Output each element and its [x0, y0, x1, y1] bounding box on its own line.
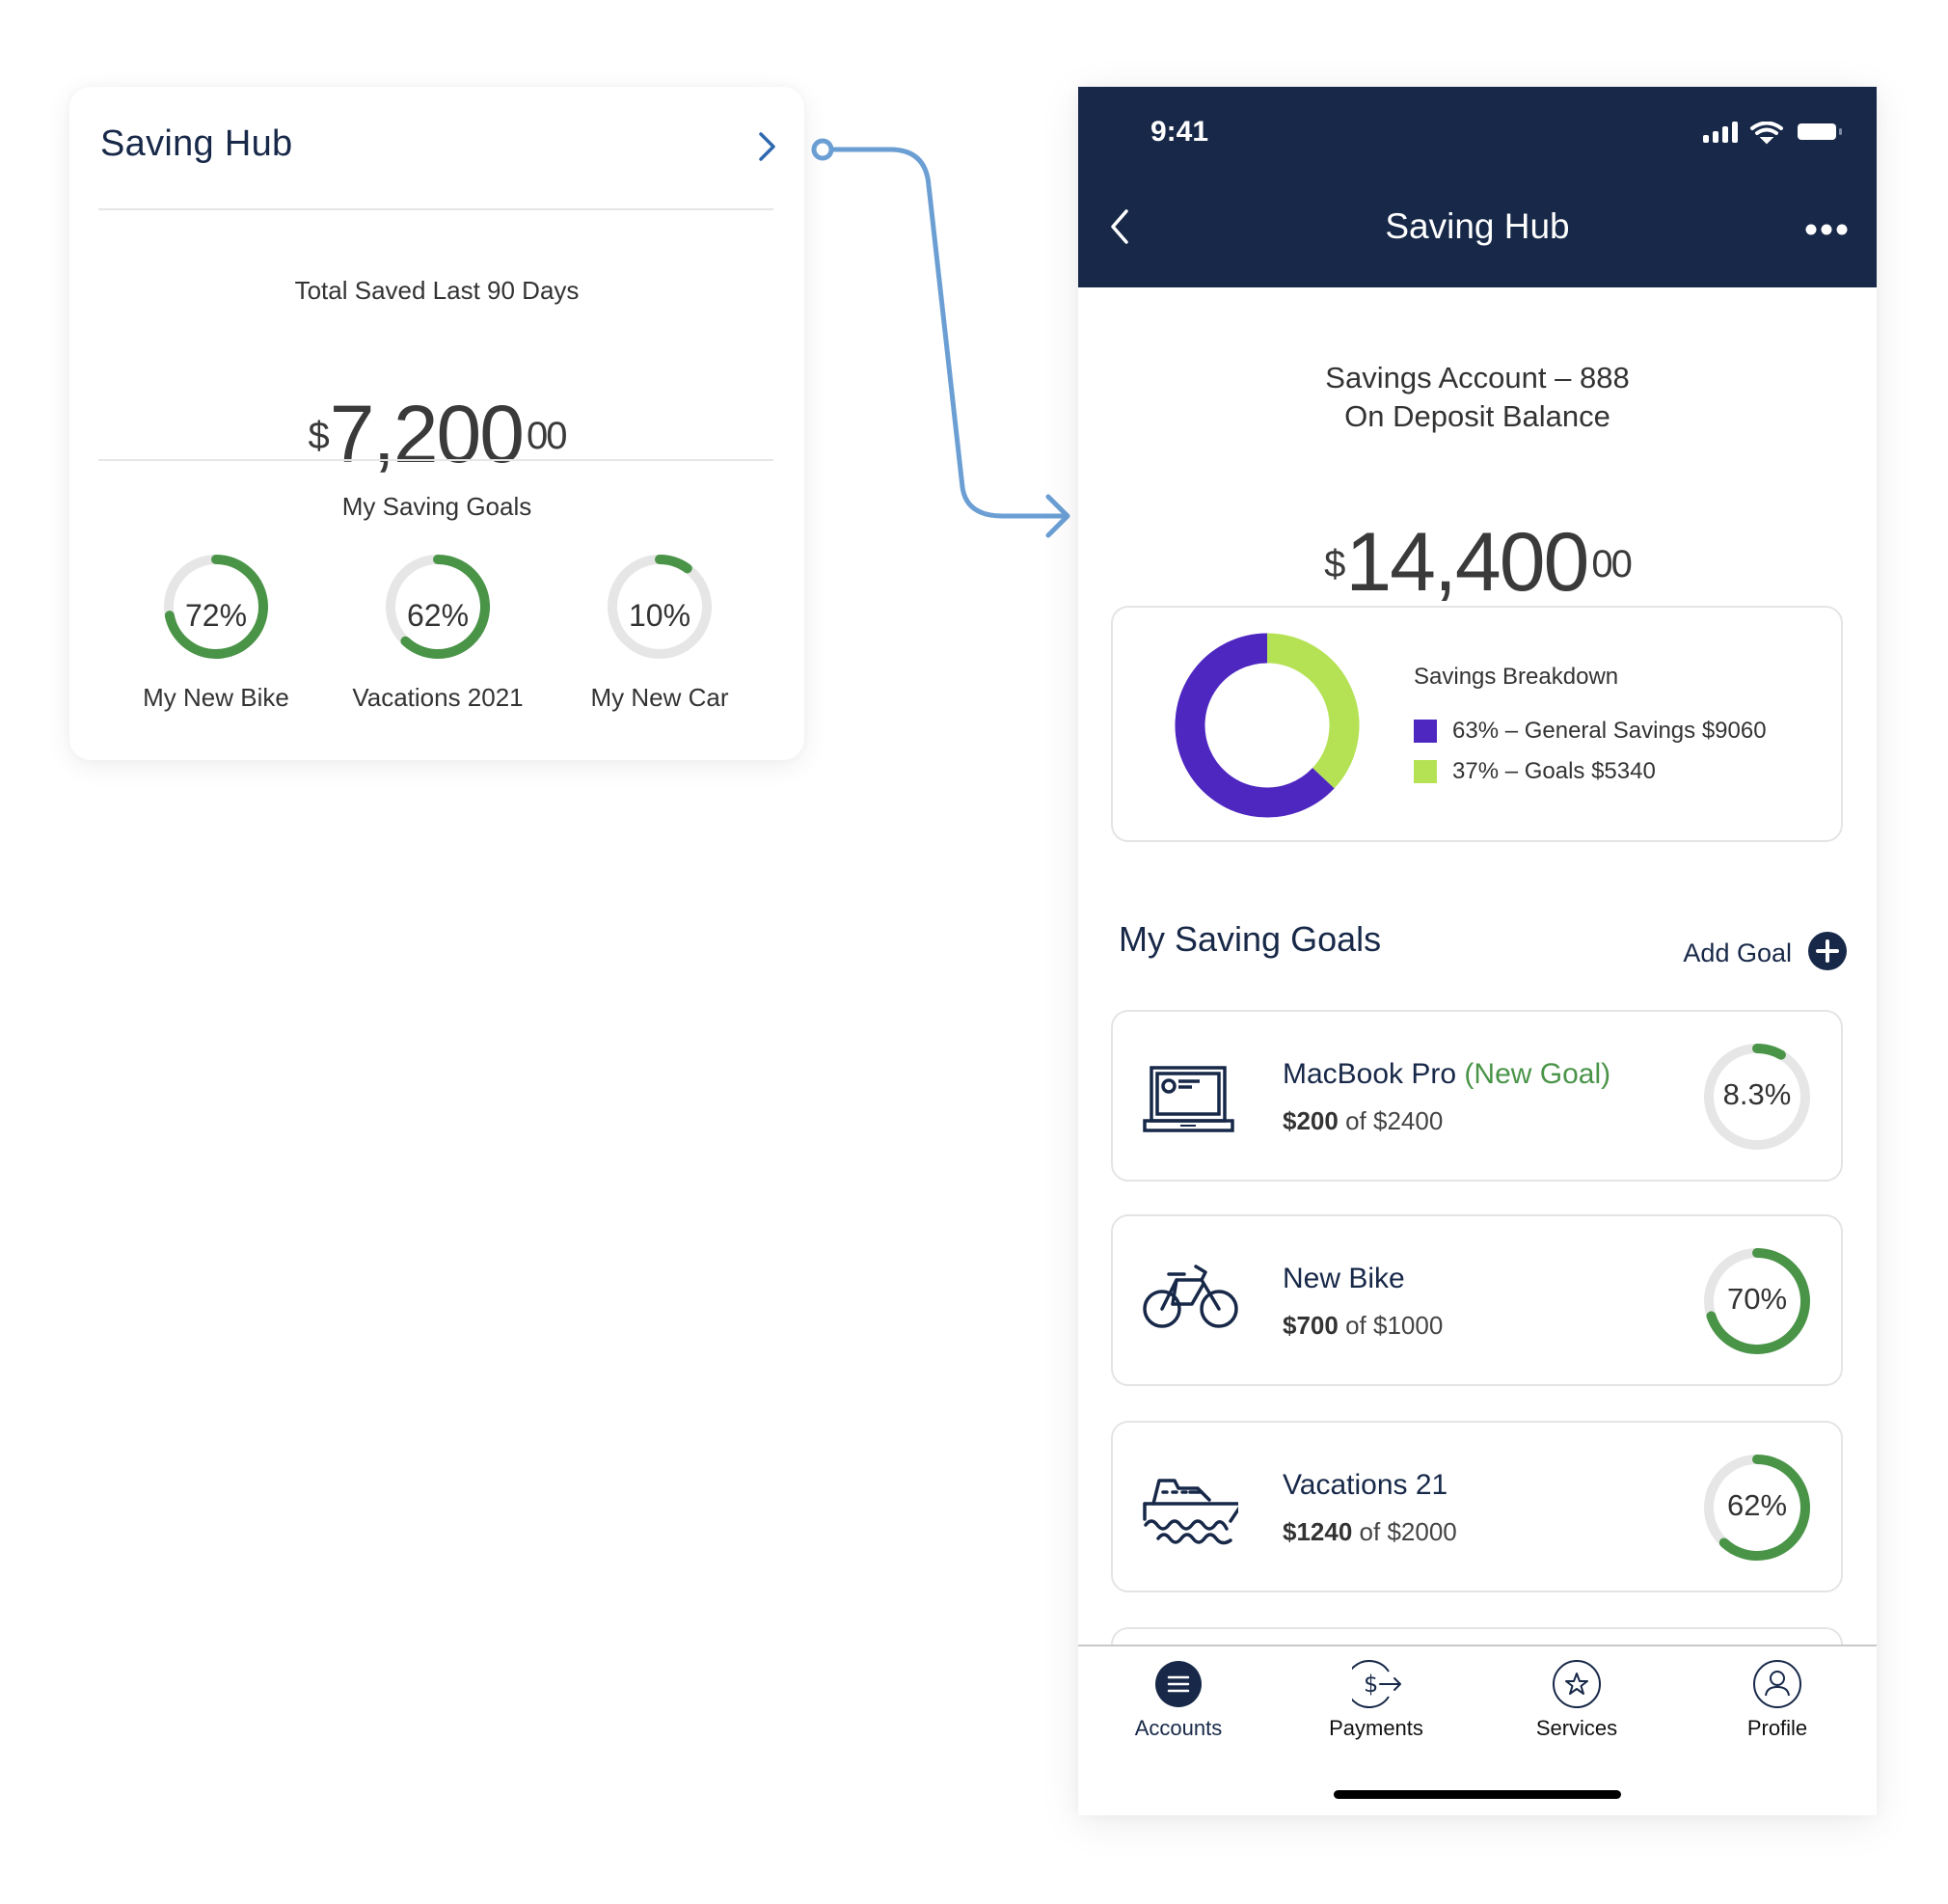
- goals-caption: My Saving Goals: [341, 492, 532, 521]
- goal-title: New Bike: [1283, 1263, 1405, 1295]
- savings-donut-chart: [1175, 633, 1360, 818]
- goal-name: New Bike: [1283, 1263, 1405, 1294]
- goal-progress: 70%: [1703, 1247, 1811, 1355]
- phone-screen: 9:41 Saving Hub Savings Account – 888 On…: [1078, 87, 1877, 1815]
- donut-slice-goals: [1266, 633, 1360, 789]
- dollar-send-icon: $: [1352, 1660, 1401, 1708]
- ship-icon: [1143, 1479, 1238, 1545]
- tab-label: Services: [1535, 1716, 1618, 1740]
- total-saved-amount: $7,200 00: [69, 394, 804, 475]
- goal-label: My New Bike: [143, 683, 289, 712]
- goal-percent: 8.3%: [1722, 1077, 1792, 1111]
- connector-path: [828, 147, 1069, 519]
- goal-of: of: [1345, 1311, 1366, 1340]
- home-indicator: [1334, 1790, 1621, 1799]
- goal-name: MacBook Pro: [1283, 1058, 1457, 1090]
- goal-of: of: [1359, 1517, 1381, 1546]
- connector-start-dot: [811, 138, 834, 161]
- goal-saved: $700: [1283, 1311, 1339, 1340]
- goal-percent: 62%: [406, 598, 470, 633]
- tab-label: Profile: [1746, 1716, 1808, 1740]
- goal-label: Vacations 2021: [352, 683, 524, 712]
- goal-percent: 62%: [1726, 1488, 1788, 1522]
- bicycle-icon: [1143, 1265, 1238, 1328]
- chevron-right-icon[interactable]: [752, 129, 781, 164]
- savings-breakdown-card: Savings Breakdown 63% – General Savings …: [1111, 606, 1843, 842]
- navigation-header: 9:41 Saving Hub: [1078, 87, 1877, 287]
- battery-icon: [1798, 123, 1842, 140]
- more-horizontal-icon[interactable]: [1805, 220, 1848, 239]
- widget-title: Saving Hub: [100, 123, 293, 164]
- legend-label: 63% – General Savings $9060: [1452, 718, 1767, 744]
- amount-cents: 00: [1591, 543, 1632, 585]
- flow-connector-arrow: [811, 138, 1070, 538]
- signal-icon: [1703, 122, 1738, 143]
- goal-amounts: $200 of $2400: [1283, 1106, 1443, 1136]
- goal-progress: 8.3%: [1703, 1043, 1811, 1151]
- progress-arc: [655, 555, 692, 574]
- wifi-icon: [1750, 122, 1783, 145]
- goal-card[interactable]: Vacations 21 $1240 of $2000 62%: [1111, 1421, 1843, 1592]
- legend-swatch-general-savings: [1414, 720, 1437, 743]
- divider: [98, 459, 773, 461]
- star-icon: [1553, 1660, 1601, 1708]
- goal-saved: $200: [1283, 1106, 1339, 1135]
- total-saved-caption: Total Saved Last 90 Days: [294, 276, 580, 305]
- currency-symbol: $: [1324, 543, 1345, 585]
- chart-title: Savings Breakdown: [1414, 664, 1619, 690]
- section-title: My Saving Goals: [1119, 919, 1382, 959]
- new-goal-badge: (New Goal): [1464, 1058, 1611, 1090]
- svg-text:$: $: [1364, 1671, 1378, 1698]
- widget-goal-item[interactable]: 62% Vacations 2021: [327, 552, 549, 725]
- tab-label: Payments: [1329, 1716, 1423, 1740]
- widget-goals-list: 72% My New Bike 62% Vacations 2021 10% M…: [69, 552, 804, 725]
- goal-percent: 70%: [1726, 1282, 1788, 1316]
- status-time: 9:41: [1150, 116, 1209, 148]
- goal-title: Vacations 21: [1283, 1469, 1447, 1502]
- user-icon: [1753, 1660, 1801, 1708]
- amount-whole: 14,400: [1345, 516, 1589, 609]
- account-balance: $14,400 00: [1078, 521, 1877, 604]
- goal-amounts: $1240 of $2000: [1283, 1517, 1457, 1547]
- goal-target: $2000: [1387, 1517, 1457, 1546]
- goal-saved: $1240: [1283, 1517, 1353, 1546]
- amount-whole: 7,200: [329, 389, 525, 479]
- goal-amounts: $700 of $1000: [1283, 1311, 1443, 1341]
- tab-profile[interactable]: Profile: [1700, 1646, 1854, 1753]
- tab-payments[interactable]: $ Payments: [1299, 1646, 1453, 1753]
- legend-swatch-goals: [1414, 760, 1437, 783]
- widget-goal-item[interactable]: 10% My New Car: [549, 552, 771, 725]
- laptop-icon: [1143, 1066, 1234, 1132]
- goal-of: of: [1345, 1106, 1366, 1135]
- goal-percent: 72%: [184, 598, 248, 633]
- goal-card[interactable]: New Bike $700 of $1000 70%: [1111, 1214, 1843, 1386]
- currency-symbol: $: [308, 415, 330, 457]
- goal-percent: 10%: [628, 598, 691, 633]
- plus-circle-icon: [1808, 932, 1847, 970]
- goal-name: Vacations 21: [1283, 1469, 1448, 1501]
- add-goal-button[interactable]: Add Goal: [1655, 931, 1848, 973]
- tab-accounts[interactable]: Accounts: [1101, 1646, 1256, 1753]
- goal-target: $1000: [1373, 1311, 1444, 1340]
- status-icons: [1703, 122, 1842, 145]
- goal-card[interactable]: MacBook Pro (New Goal) $200 of $2400 8.3…: [1111, 1010, 1843, 1182]
- progress-arc: [1752, 1044, 1786, 1060]
- balance-label: On Deposit Balance: [1344, 399, 1610, 433]
- widget-goal-item[interactable]: 72% My New Bike: [105, 552, 327, 725]
- divider: [98, 208, 773, 210]
- legend-label: 37% – Goals $5340: [1452, 758, 1656, 784]
- amount-cents: 00: [526, 415, 567, 457]
- page-title: Saving Hub: [1385, 206, 1570, 246]
- saving-hub-widget-card[interactable]: Saving Hub Total Saved Last 90 Days $7,2…: [69, 87, 804, 760]
- goal-target: $2400: [1373, 1106, 1444, 1135]
- menu-icon: [1155, 1661, 1202, 1707]
- account-name: Savings Account – 888: [1325, 361, 1630, 394]
- goal-title: MacBook Pro (New Goal): [1283, 1058, 1610, 1091]
- add-goal-label: Add Goal: [1683, 938, 1792, 967]
- goal-progress: 62%: [1703, 1454, 1811, 1562]
- goal-label: My New Car: [590, 683, 729, 712]
- tab-label: Accounts: [1134, 1716, 1223, 1740]
- tab-services[interactable]: Services: [1500, 1646, 1654, 1753]
